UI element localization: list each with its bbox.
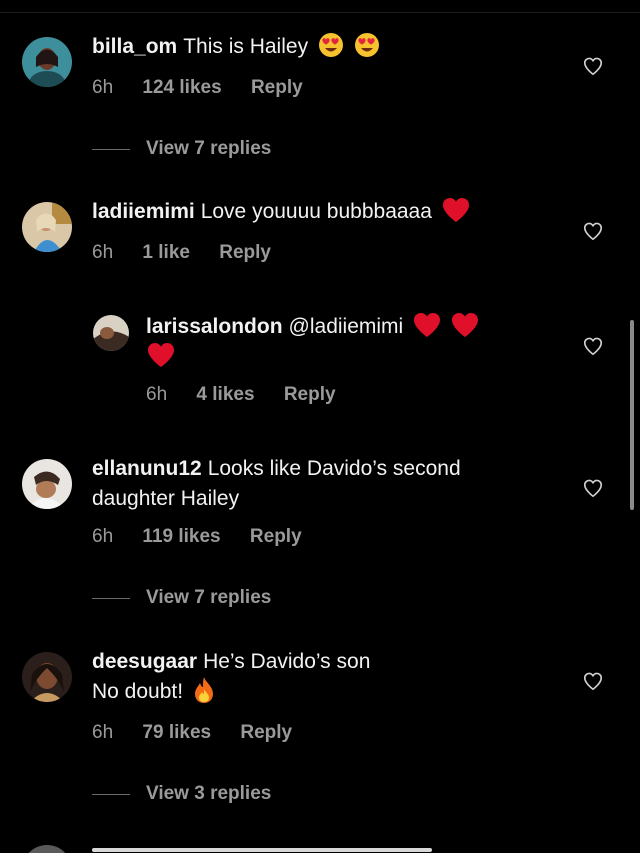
comment-text: deesugaar He’s Davido’s son No doubt! — [92, 647, 552, 707]
red-heart-emoji-icon — [414, 313, 441, 338]
heart-eyes-emoji-icon — [354, 33, 379, 58]
reply-button[interactable]: Reply — [284, 384, 336, 405]
comment-message: Looks like Davido’s second — [207, 457, 461, 480]
next-comment-partial — [0, 838, 640, 853]
comment-time: 6h — [146, 384, 168, 405]
view-replies-button[interactable]: View 3 replies — [92, 782, 271, 806]
avatar[interactable] — [93, 315, 129, 351]
comment-message[interactable]: @ladiiemimi — [289, 315, 404, 338]
comment-meta: 6h 119 likes Reply — [92, 526, 326, 548]
comment-message: This is Hailey — [183, 35, 309, 58]
view-replies-label: View 3 replies — [146, 783, 272, 804]
red-heart-emoji-icon — [148, 343, 174, 367]
view-replies-line — [92, 597, 130, 599]
reply-button[interactable]: Reply — [219, 242, 271, 263]
next-comment-text-fragment — [92, 848, 432, 852]
red-heart-emoji-icon — [451, 313, 478, 338]
top-divider — [0, 12, 640, 13]
comment-meta: 6h 124 likes Reply — [92, 77, 327, 99]
fire-emoji-icon — [194, 677, 213, 704]
comment-text: ladiiemimi Love youuuu bubbbaaaa — [92, 197, 552, 227]
avatar[interactable] — [22, 37, 72, 87]
comment-username[interactable]: larissalondon — [146, 315, 283, 338]
comment-message-line2: No doubt! — [92, 680, 184, 703]
comment-time: 6h — [92, 526, 114, 547]
comment-message: He’s Davido’s son — [203, 650, 371, 673]
comment-text: billa_om This is Hailey — [92, 32, 552, 62]
red-heart-emoji-icon — [442, 198, 469, 223]
like-heart-icon[interactable] — [582, 335, 604, 357]
comment-message-line2: daughter Hailey — [92, 487, 240, 510]
view-replies-button[interactable]: View 7 replies — [92, 586, 271, 610]
comment-likes[interactable]: 4 likes — [196, 384, 254, 405]
comment-likes[interactable]: 1 like — [142, 242, 190, 263]
view-replies-line — [92, 793, 130, 795]
comment-meta: 6h 4 likes Reply — [146, 384, 360, 406]
comment-likes[interactable]: 119 likes — [142, 526, 220, 547]
comment-meta: 6h 1 like Reply — [92, 242, 295, 264]
reply-button[interactable]: Reply — [240, 722, 292, 743]
view-replies-line — [92, 148, 130, 150]
like-heart-icon[interactable] — [582, 55, 604, 77]
like-heart-icon[interactable] — [582, 477, 604, 499]
comment-meta: 6h 79 likes Reply — [92, 722, 316, 744]
comment-time: 6h — [92, 242, 114, 263]
comment-time: 6h — [92, 722, 114, 743]
comment-text: ellanunu12 Looks like Davido’s second dau… — [92, 454, 552, 514]
comment-message: Love youuuu bubbbaaaa — [200, 200, 432, 223]
view-replies-button[interactable]: View 7 replies — [92, 137, 271, 161]
avatar[interactable] — [22, 652, 72, 702]
view-replies-label: View 7 replies — [146, 138, 272, 159]
comment-username[interactable]: deesugaar — [92, 650, 197, 673]
reply-text: larissalondon @ladiiemimi — [146, 312, 526, 342]
scrollbar[interactable] — [630, 320, 634, 510]
heart-eyes-emoji-icon — [318, 33, 343, 58]
comment-likes[interactable]: 79 likes — [142, 722, 211, 743]
avatar[interactable] — [22, 202, 72, 252]
comment-username[interactable]: billa_om — [92, 35, 177, 58]
comment-likes[interactable]: 124 likes — [142, 77, 221, 98]
avatar[interactable] — [22, 459, 72, 509]
comment-username[interactable]: ladiiemimi — [92, 200, 195, 223]
view-replies-label: View 7 replies — [146, 587, 272, 608]
comment-time: 6h — [92, 77, 114, 98]
avatar — [28, 845, 66, 853]
like-heart-icon[interactable] — [582, 670, 604, 692]
comment-username[interactable]: ellanunu12 — [92, 457, 202, 480]
like-heart-icon[interactable] — [582, 220, 604, 242]
reply-button[interactable]: Reply — [251, 77, 303, 98]
reply-button[interactable]: Reply — [250, 526, 302, 547]
